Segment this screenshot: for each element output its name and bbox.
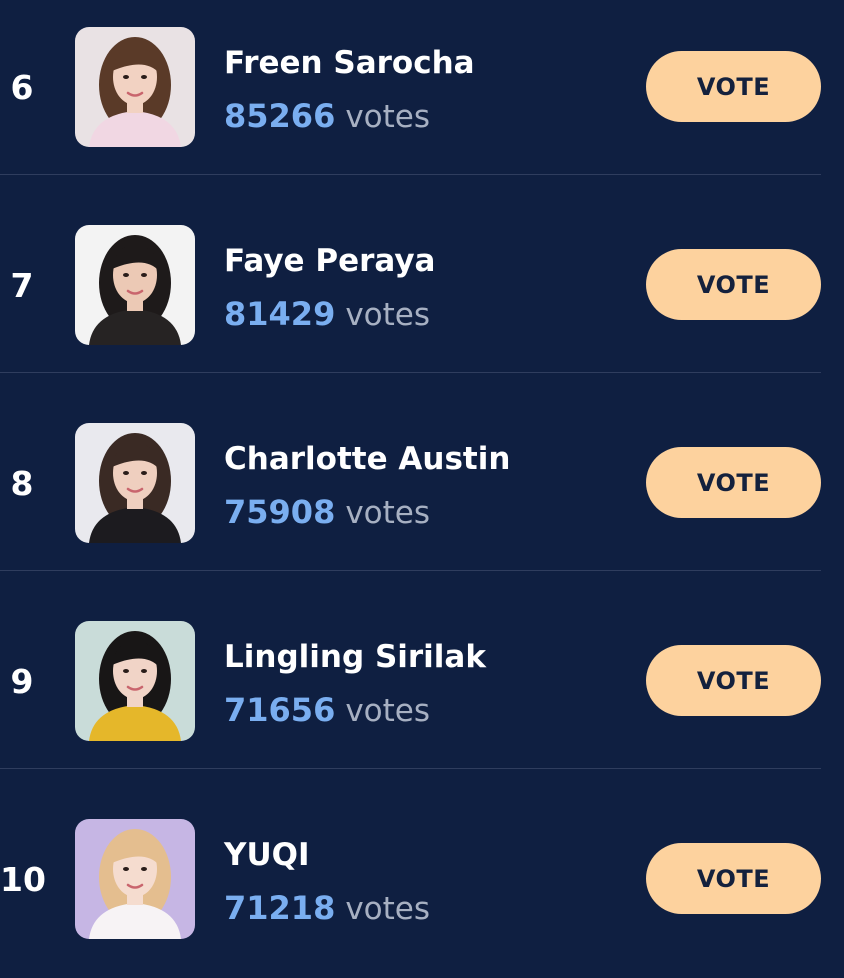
rank-number: 7	[10, 266, 34, 305]
vote-unit-label: votes	[345, 297, 431, 333]
contestant-name: Charlotte Austin	[224, 441, 511, 477]
divider	[0, 174, 821, 175]
vote-count: 71218	[224, 889, 336, 927]
contestant-name: Lingling Sirilak	[224, 639, 486, 675]
contestant-name: YUQI	[224, 837, 310, 873]
vote-count: 85266	[224, 97, 336, 135]
left-eye	[123, 471, 129, 475]
vote-tally: 75908 votes	[224, 490, 430, 540]
list-item: 7 Faye Peraya 81429 votes VOTE	[0, 186, 844, 384]
portrait-photo	[75, 27, 195, 147]
right-eye	[141, 471, 147, 475]
contestant-name: Freen Sarocha	[224, 45, 475, 81]
vote-tally: 71218 votes	[224, 886, 430, 936]
portrait-photo	[75, 819, 195, 939]
avatar[interactable]	[75, 27, 195, 147]
divider	[0, 372, 821, 373]
vote-unit-label: votes	[345, 693, 431, 729]
vote-unit-label: votes	[345, 495, 431, 531]
rank-number: 9	[10, 662, 34, 701]
vote-unit-label: votes	[345, 891, 431, 927]
ranking-list: 6 Freen Sarocha 85266 votes VOTE 7 Faye P…	[0, 0, 844, 975]
vote-tally: 81429 votes	[224, 292, 430, 342]
left-eye	[123, 867, 129, 871]
divider	[0, 768, 821, 769]
list-item: 10 YUQI 71218 votes VOTE	[0, 780, 844, 978]
vote-count: 75908	[224, 493, 336, 531]
rank-number: 10	[0, 860, 46, 899]
vote-button[interactable]: VOTE	[646, 645, 821, 716]
right-eye	[141, 669, 147, 673]
right-eye	[141, 75, 147, 79]
right-eye	[141, 273, 147, 277]
vote-tally: 85266 votes	[224, 94, 430, 144]
contestant-name: Faye Peraya	[224, 243, 436, 279]
portrait-photo	[75, 621, 195, 741]
vote-unit-label: votes	[345, 99, 431, 135]
list-item: 8 Charlotte Austin 75908 votes VOTE	[0, 384, 844, 582]
vote-tally: 71656 votes	[224, 688, 430, 738]
vote-count: 71656	[224, 691, 336, 729]
rank-number: 8	[10, 464, 34, 503]
left-eye	[123, 75, 129, 79]
vote-button[interactable]: VOTE	[646, 249, 821, 320]
right-eye	[141, 867, 147, 871]
vote-button[interactable]: VOTE	[646, 51, 821, 122]
rank-number: 6	[10, 68, 34, 107]
vote-button[interactable]: VOTE	[646, 843, 821, 914]
avatar[interactable]	[75, 225, 195, 345]
vote-button[interactable]: VOTE	[646, 447, 821, 518]
vote-count: 81429	[224, 295, 336, 333]
list-item: 9 Lingling Sirilak 71656 votes VOTE	[0, 582, 844, 780]
portrait-photo	[75, 225, 195, 345]
left-eye	[123, 273, 129, 277]
divider	[0, 570, 821, 571]
portrait-photo	[75, 423, 195, 543]
avatar[interactable]	[75, 621, 195, 741]
left-eye	[123, 669, 129, 673]
avatar[interactable]	[75, 819, 195, 939]
avatar[interactable]	[75, 423, 195, 543]
list-item: 6 Freen Sarocha 85266 votes VOTE	[0, 0, 844, 186]
